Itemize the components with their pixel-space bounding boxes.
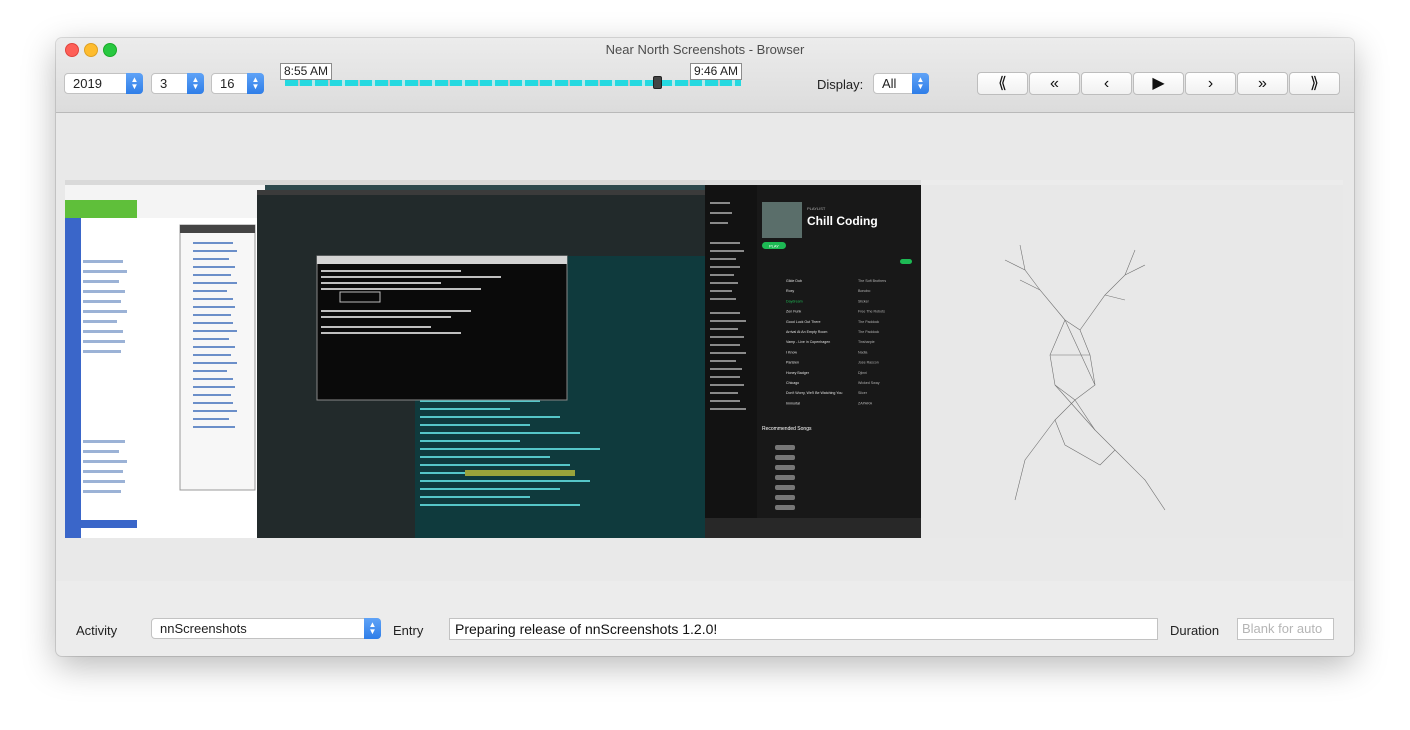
- timeline-slider[interactable]: [285, 80, 741, 86]
- spotify-track-title: Vamp - Live in Copenhagen: [786, 340, 830, 344]
- month-value: 3: [160, 76, 168, 91]
- entry-input[interactable]: Preparing release of nnScreenshots 1.2.0…: [449, 618, 1158, 640]
- spotify-track-artist: Slicer: [858, 391, 868, 395]
- year-select[interactable]: 2019 ▲ ▼: [64, 73, 143, 94]
- start-time-label: 8:55 AM: [280, 63, 333, 80]
- previous-group-button[interactable]: «: [1029, 72, 1080, 95]
- spotify-track-title: Daydream: [786, 299, 803, 303]
- last-icon: ⟫: [1310, 75, 1319, 92]
- spotify-track-artist: Wicked Sway: [858, 381, 880, 385]
- spotify-track-title: Good Luck Out There: [786, 320, 821, 324]
- spotify-play-button: PLAY: [769, 244, 779, 249]
- title-bar: Near North Screenshots - Browser 2019 ▲ ▼…: [56, 38, 1354, 113]
- chevron-updown-icon: ▲ ▼: [126, 73, 143, 94]
- spotify-track-artist: Bonobo: [858, 289, 870, 293]
- browser-window: Near North Screenshots - Browser 2019 ▲ ▼…: [56, 38, 1354, 656]
- spotify-track-title: Immortal: [786, 401, 800, 405]
- spotify-track-title: Honey Badger: [786, 371, 810, 375]
- previous-button[interactable]: ‹: [1081, 72, 1132, 95]
- entry-label: Entry: [393, 623, 424, 638]
- activity-select[interactable]: nnScreenshots ▲ ▼: [151, 618, 381, 639]
- next-button[interactable]: ›: [1185, 72, 1236, 95]
- spotify-track-artist: Free The Robots: [858, 310, 885, 314]
- play-button[interactable]: ▶: [1133, 72, 1184, 95]
- spotify-track-artist: Slicker: [858, 299, 870, 303]
- display-label: Display:: [817, 77, 864, 92]
- spotify-track-title: Don't Worry, We'll Be Watching You: [786, 391, 842, 395]
- screenshot-image: PLAYLIST Chill Coding PLAY Glide Dub The …: [65, 180, 1343, 538]
- day-select[interactable]: 16 ▲ ▼: [211, 73, 264, 94]
- spotify-recommended-heading: Recommended Songs: [762, 426, 812, 432]
- spotify-track-title: I Know: [786, 350, 797, 354]
- previous-group-icon: «: [1050, 75, 1059, 92]
- display-select[interactable]: All ▲ ▼: [873, 73, 929, 94]
- chevron-updown-icon: ▲ ▼: [364, 618, 381, 639]
- spotify-track-artist: The Paddock: [858, 320, 879, 324]
- activity-value: nnScreenshots: [160, 621, 247, 636]
- spotify-track-artist: Nadia: [858, 350, 867, 354]
- spotify-playlist-label: PLAYLIST: [807, 206, 826, 211]
- activity-label: Activity: [76, 623, 118, 638]
- spotify-playlist-title: Chill Coding: [807, 214, 878, 228]
- spotify-track-artist: The Soft Brothers: [858, 279, 886, 283]
- chevron-updown-icon: ▲ ▼: [187, 73, 204, 94]
- timeline-thumb[interactable]: [653, 76, 662, 89]
- day-value: 16: [220, 76, 235, 91]
- display-value: All: [882, 76, 897, 91]
- spotify-track-artist: Djinni: [858, 371, 867, 375]
- duration-label: Duration: [1170, 623, 1220, 638]
- spotify-track-title: Glide Dub: [786, 279, 802, 283]
- spotify-track-title: Roxy: [786, 289, 794, 293]
- last-button[interactable]: ⟫: [1289, 72, 1340, 95]
- previous-icon: ‹: [1103, 75, 1110, 92]
- month-select[interactable]: 3 ▲ ▼: [151, 73, 204, 94]
- first-icon: ⟪: [998, 75, 1007, 92]
- first-button[interactable]: ⟪: [977, 72, 1028, 95]
- spotify-track-title: Arrival At An Empty Room: [786, 330, 827, 334]
- spotify-track-title: Chicago: [786, 381, 799, 385]
- play-icon: ▶: [1152, 75, 1165, 92]
- chevron-updown-icon: ▲ ▼: [247, 73, 264, 94]
- end-time-label: 9:46 AM: [690, 63, 743, 80]
- duration-input[interactable]: Blank for auto: [1237, 618, 1334, 640]
- chevron-updown-icon: ▲ ▼: [912, 73, 929, 94]
- spotify-track-artist: Jose Rascon: [858, 361, 879, 365]
- next-icon: ›: [1207, 75, 1214, 92]
- next-group-icon: »: [1258, 75, 1267, 92]
- spotify-track-artist: Tinsharpie: [858, 340, 875, 344]
- year-value: 2019: [73, 76, 102, 91]
- next-group-button[interactable]: »: [1237, 72, 1288, 95]
- window-title: Near North Screenshots - Browser: [605, 42, 805, 57]
- spotify-track-artist: ZAPARA: [858, 401, 873, 405]
- spotify-track-title: Parisien: [786, 361, 799, 365]
- spotify-track-title: Zen Funk: [786, 310, 801, 314]
- spotify-track-artist: The Paddock: [858, 330, 879, 334]
